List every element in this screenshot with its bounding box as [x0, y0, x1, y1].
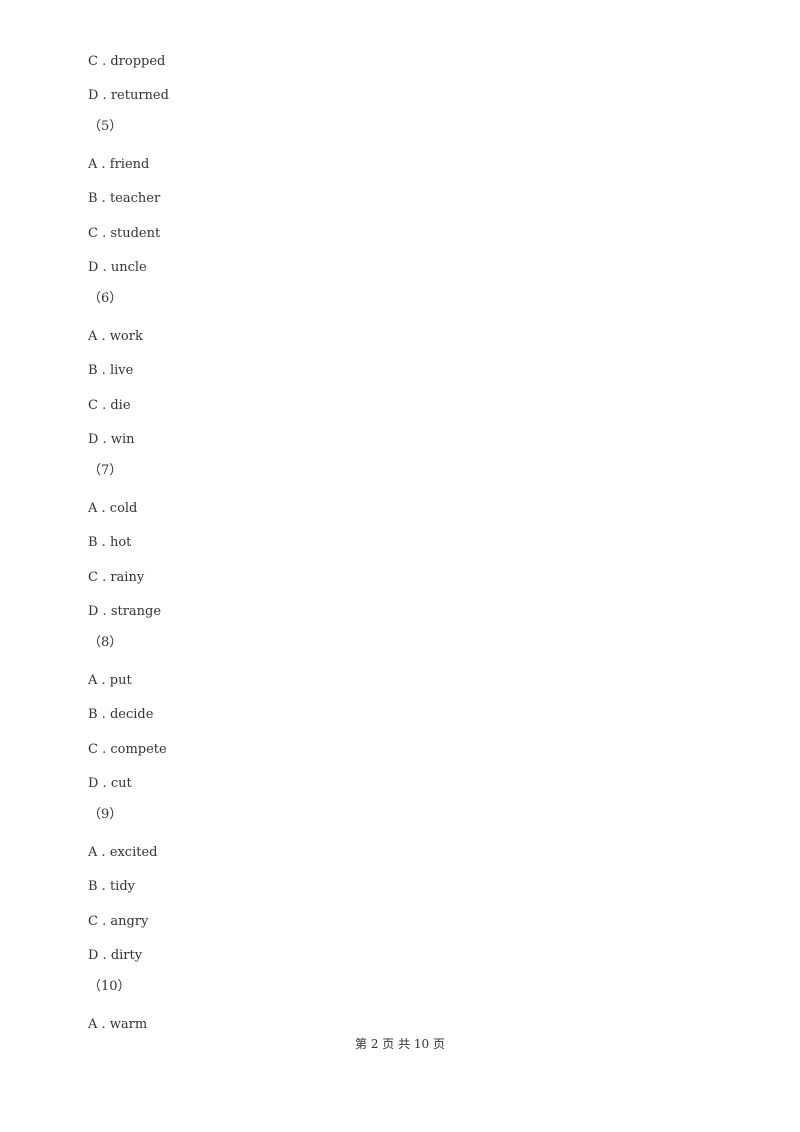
question-number: （5）: [88, 119, 123, 134]
option-line: D . uncle: [88, 260, 147, 275]
option-line: A . cold: [88, 501, 138, 516]
option-line: C . dropped: [88, 54, 166, 69]
option-line: A . friend: [88, 157, 150, 172]
question-number: （7）: [88, 463, 123, 478]
page-footer: 第 2 页 共 10 页: [355, 1037, 445, 1051]
option-line: C . die: [88, 398, 131, 413]
option-line: C . angry: [88, 914, 149, 929]
option-line: A . put: [88, 673, 132, 688]
option-line: A . work: [88, 329, 143, 344]
question-number: （8）: [88, 635, 123, 650]
option-line: C . rainy: [88, 570, 145, 585]
option-line: B . teacher: [88, 191, 161, 206]
question-number: （9）: [88, 807, 123, 822]
option-line: D . win: [88, 432, 135, 447]
option-line: C . compete: [88, 742, 167, 757]
option-line: D . cut: [88, 776, 132, 791]
question-number: （6）: [88, 291, 123, 306]
option-line: B . live: [88, 363, 134, 378]
option-line: C . student: [88, 226, 161, 241]
option-line: B . tidy: [88, 879, 135, 894]
option-line: D . strange: [88, 604, 162, 619]
option-line: D . dirty: [88, 948, 143, 963]
option-line: A . warm: [88, 1017, 148, 1032]
question-number: （10）: [88, 979, 131, 994]
option-line: B . decide: [88, 707, 154, 722]
option-line: D . returned: [88, 88, 169, 103]
option-line: B . hot: [88, 535, 132, 550]
option-line: A . excited: [88, 845, 158, 860]
